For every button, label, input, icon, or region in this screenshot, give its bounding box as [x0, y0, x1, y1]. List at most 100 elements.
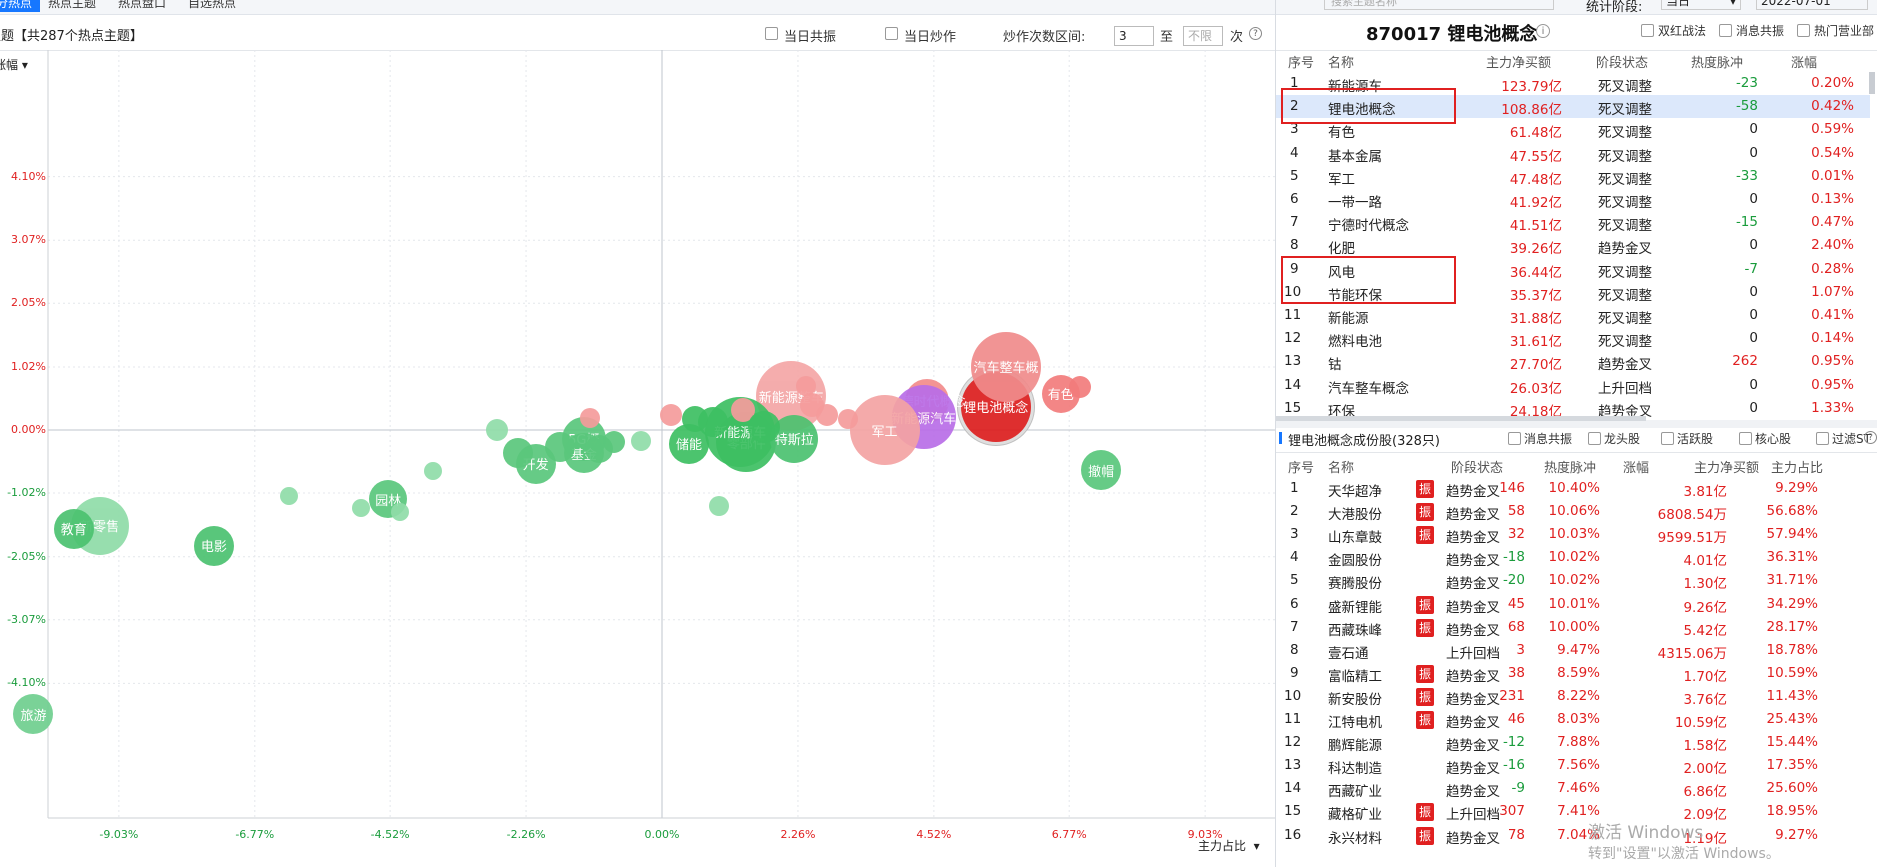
same-day-resonance-checkbox[interactable] [765, 27, 778, 40]
date-select[interactable]: 2022-07-01 [1756, 0, 1868, 10]
theme-bubble[interactable]: 电影 [193, 525, 234, 566]
theme-bubble[interactable] [698, 406, 729, 437]
theme-bubble[interactable]: 教育 [53, 508, 94, 549]
range-from-input[interactable]: 3 [1114, 26, 1154, 46]
table-row[interactable]: 2 大港股份 振趋势金叉 58 10.06% 6808.54万 56.68% [1276, 500, 1870, 523]
filter-checkbox[interactable] [1816, 432, 1829, 445]
col-change-header[interactable]: 涨幅 [1791, 52, 1817, 71]
table-row[interactable]: 11 江特电机 振趋势金叉 46 8.03% 10.59亿 25.43% [1276, 708, 1870, 731]
table-row[interactable]: 8 化肥 39.26亿 趋势金叉 0 2.40% [1276, 234, 1870, 257]
theme-bubble[interactable]: 撤帽 [1081, 450, 1122, 491]
col-heat-header[interactable]: 热度脉冲 [1691, 52, 1743, 71]
tab-favorite-hot[interactable]: 自选热点 [180, 0, 244, 12]
table-row[interactable]: 4 基本金属 47.55亿 死叉调整 0 0.54% [1276, 142, 1870, 165]
theme-bubble[interactable] [391, 502, 410, 521]
row-heat: 0 [1749, 330, 1758, 347]
hot-dept-checkbox[interactable] [1797, 24, 1810, 37]
section-marker [1279, 432, 1282, 444]
info-icon[interactable]: i [1536, 24, 1550, 38]
table-row[interactable]: 11 新能源 31.88亿 死叉调整 0 0.41% [1276, 304, 1870, 327]
table-row[interactable]: 7 宁德时代概念 41.51亿 死叉调整 -15 0.47% [1276, 211, 1870, 234]
table-row[interactable]: 13 科达制造 趋势金叉 -16 7.56% 2.00亿 17.35% [1276, 754, 1870, 777]
theme-bubble[interactable] [544, 432, 575, 463]
news-resonance-checkbox[interactable] [1719, 24, 1732, 37]
bubble-label: 特斯拉 [774, 433, 814, 449]
col-change-header[interactable]: 涨幅 [1623, 457, 1649, 476]
col-name-header[interactable]: 名称 [1328, 52, 1354, 71]
col-net-buy-header[interactable]: 主力净买额 [1486, 52, 1551, 71]
table-row[interactable]: 13 钴 27.70亿 趋势金叉 262 0.95% [1276, 350, 1870, 373]
col-heat-header[interactable]: 热度脉冲 [1544, 457, 1596, 476]
theme-bubble[interactable] [280, 487, 299, 506]
theme-bubble[interactable] [630, 430, 651, 451]
col-ratio-header[interactable]: 主力占比 [1771, 457, 1823, 476]
theme-bubble[interactable] [838, 408, 859, 429]
table-row[interactable]: 12 燃料电池 31.61亿 死叉调整 0 0.14% [1276, 327, 1870, 350]
scrollbar[interactable] [1869, 72, 1875, 94]
theme-bubble[interactable] [352, 499, 371, 518]
row-ratio: 9.29% [1775, 480, 1818, 496]
same-day-hype-checkbox[interactable] [885, 27, 898, 40]
double-red-checkbox[interactable] [1641, 24, 1654, 37]
row-net-buy: 47.55亿 [1509, 148, 1562, 165]
row-ratio: 11.43% [1766, 687, 1818, 704]
table-row[interactable]: 14 西藏矿业 趋势金叉 -9 7.46% 6.86亿 25.60% [1276, 777, 1870, 800]
hot-dept-label: 热门营业部 [1814, 24, 1875, 38]
table-row[interactable]: 3 山东章鼓 振趋势金叉 32 10.03% 9599.51万 57.94% [1276, 523, 1870, 546]
table-row[interactable]: 12 鹏辉能源 趋势金叉 -12 7.88% 1.58亿 15.44% [1276, 731, 1870, 754]
filter-checkbox[interactable] [1661, 432, 1674, 445]
theme-bubble[interactable] [424, 462, 443, 481]
table-row[interactable]: 7 西藏珠峰 振趋势金叉 68 10.00% 5.42亿 28.17% [1276, 616, 1870, 639]
col-index-header[interactable]: 序号 [1288, 52, 1314, 71]
tab-hot-points[interactable]: 分热点 [0, 0, 41, 12]
stat-period-select[interactable]: 当日 ▾ [1661, 0, 1741, 10]
horizontal-scrollbar[interactable] [1276, 416, 1646, 421]
theme-bubble[interactable] [602, 431, 625, 454]
row-ratio: 9.27% [1775, 826, 1818, 843]
table-row[interactable]: 9 富临精工 振趋势金叉 38 8.59% 1.70亿 10.59% [1276, 662, 1870, 685]
double-red-label: 双红战法 [1658, 24, 1707, 38]
help-icon[interactable]: ? [1249, 27, 1262, 40]
news-resonance-label: 消息共振 [1736, 24, 1785, 38]
theme-bubble[interactable] [485, 419, 508, 441]
table-row[interactable]: 5 赛腾股份 趋势金叉 -20 10.02% 1.30亿 31.71% [1276, 569, 1870, 592]
theme-bubble[interactable] [660, 403, 683, 426]
theme-bubble[interactable] [502, 438, 533, 469]
filter-checkbox[interactable] [1588, 432, 1601, 445]
theme-bubble[interactable] [748, 410, 781, 443]
theme-search-input[interactable]: 搜索主题名称 [1324, 0, 1554, 10]
col-index-header[interactable]: 序号 [1288, 457, 1314, 476]
filter-checkbox[interactable] [1508, 432, 1521, 445]
theme-bubble[interactable]: 军工 [849, 395, 920, 465]
table-row[interactable]: 6 盛新锂能 振趋势金叉 45 10.01% 9.26亿 34.29% [1276, 593, 1870, 616]
table-row[interactable]: 6 一带一路 41.92亿 死叉调整 0 0.13% [1276, 188, 1870, 211]
x-tick-label: -2.26% [506, 828, 546, 841]
range-to-input[interactable]: 不限 [1183, 26, 1223, 46]
theme-bubble[interactable]: 旅游 [13, 694, 54, 735]
col-stage-header[interactable]: 阶段状态 [1451, 457, 1503, 476]
table-row[interactable]: 10 新安股份 振趋势金叉 231 8.22% 3.76亿 11.43% [1276, 685, 1870, 708]
chart-header: 主题【共287个热点主题】 当日共振 当日炒作 炒作次数区间: 3 至 不限 次… [0, 18, 1275, 51]
row-change: 0.14% [1811, 330, 1854, 347]
col-stage-header[interactable]: 阶段状态 [1596, 52, 1648, 71]
theme-bubble[interactable] [800, 393, 825, 418]
table-row[interactable]: 5 军工 47.48亿 死叉调整 -33 0.01% [1276, 165, 1870, 188]
col-net-buy-header[interactable]: 主力净买额 [1694, 457, 1759, 476]
table-row[interactable]: 4 金圆股份 趋势金叉 -18 10.02% 4.01亿 36.31% [1276, 546, 1870, 569]
theme-bubble[interactable] [709, 496, 730, 516]
table-row[interactable]: 1 天华超净 振趋势金叉 146 10.40% 3.81亿 9.29% [1276, 477, 1870, 500]
row-stage: 上升回档 [1446, 807, 1500, 824]
table-row[interactable]: 15 藏格矿业振上升回档 307 7.41% 2.09亿 18.95% [1276, 800, 1870, 823]
filter-checkbox[interactable] [1739, 432, 1752, 445]
theme-bubble[interactable] [579, 407, 600, 428]
theme-bubble[interactable] [1069, 375, 1092, 398]
tab-hot-themes[interactable]: 热点主题 [40, 0, 104, 12]
tab-hot-market[interactable]: 热点盘口 [110, 0, 174, 12]
table-row[interactable]: 14 汽车整车概念 26.03亿 上升回档 0 0.95% [1276, 374, 1870, 397]
theme-bubble[interactable]: 汽车整车概 [971, 331, 1042, 402]
help-icon[interactable]: ? [1864, 431, 1877, 444]
col-name-header[interactable]: 名称 [1328, 457, 1354, 476]
x-axis-selector[interactable]: 主力占比 ▾ [1198, 837, 1260, 854]
table-row[interactable]: 8 壹石通 上升回档 3 9.47% 4315.06万 18.78% [1276, 639, 1870, 662]
table-row[interactable]: 16 永兴材料振趋势金叉 78 7.04% 1.19亿 9.27% [1276, 824, 1870, 847]
